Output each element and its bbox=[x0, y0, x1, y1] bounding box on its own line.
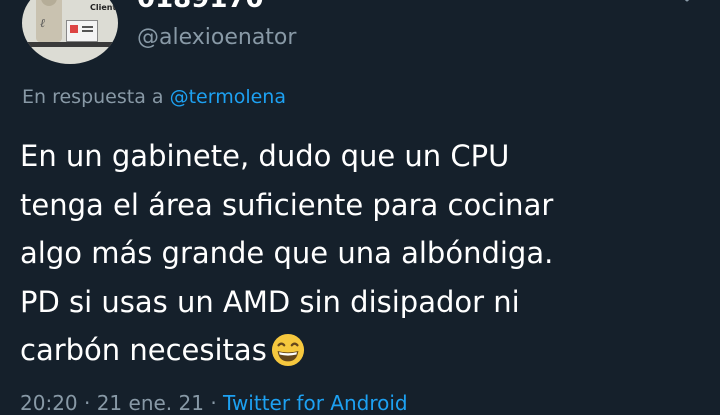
tweet-text-line-last: carbón necesitas bbox=[20, 326, 700, 375]
author-handle[interactable]: @alexioenator bbox=[137, 27, 296, 49]
tweet-text-line: algo más grande que una albóndiga. bbox=[20, 236, 554, 270]
reply-mention-link[interactable]: @termolena bbox=[170, 86, 286, 108]
grinning-face-emoji-icon bbox=[271, 333, 304, 367]
avatar-document-graphic bbox=[66, 20, 98, 42]
tweet-detail: De Client ℓ 0189170 @alexioenator En res… bbox=[0, 0, 720, 413]
tweet-timestamp[interactable]: 20:20 · 21 ene. 21 · bbox=[20, 391, 223, 415]
reply-prefix: En respuesta a bbox=[22, 86, 170, 108]
tweet-meta: 20:20 · 21 ene. 21 · Twitter for Android bbox=[20, 393, 408, 413]
tweet-text-line: En un gabinete, dudo que un CPU bbox=[20, 139, 510, 173]
reply-context: En respuesta a @termolena bbox=[22, 88, 286, 107]
chevron-down-icon[interactable] bbox=[672, 0, 702, 8]
avatar-scribble: ℓ bbox=[40, 16, 45, 30]
author-display-name[interactable]: 0189170 bbox=[137, 0, 264, 12]
author-avatar[interactable]: De Client ℓ bbox=[22, 0, 118, 64]
avatar-logo-subtext: Client bbox=[90, 3, 117, 12]
tweet-source-link[interactable]: Twitter for Android bbox=[223, 391, 408, 415]
tweet-text-line: PD si usas un AMD sin disipador ni bbox=[20, 284, 520, 319]
tweet-text: En un gabinete, dudo que un CPU tenga el… bbox=[20, 132, 700, 375]
tweet-text-line: tenga el área suficiente para cocinar bbox=[20, 187, 554, 222]
avatar-bar bbox=[22, 42, 118, 47]
avatar-logo-text: De bbox=[90, 0, 113, 1]
tweet-text-line-content: carbón necesitas bbox=[20, 333, 267, 367]
